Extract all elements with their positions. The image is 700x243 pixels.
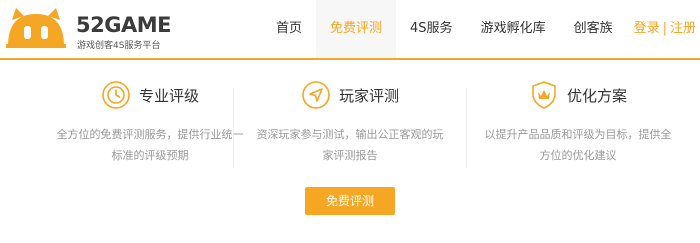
free-review-button[interactable]: 免费评测 (305, 187, 395, 215)
login-link[interactable]: 登录 (634, 21, 660, 36)
feature-description: 以提升产品品质和评级为目标，提供全方位的优化建议 (484, 128, 672, 162)
feature-player-review: 玩家评测 资深玩家参与测试，输出公正客观的玩家评测报告 (250, 78, 450, 166)
feature-section: 专业评级 全方位的免费评测服务，提供行业统一标准的评级预期 玩家评测 资深玩家参… (0, 78, 700, 178)
nav-item-4s-service[interactable]: 4S服务 (396, 0, 467, 58)
nav-item-home[interactable]: 首页 (262, 0, 316, 58)
main-nav: 首页 免费评测 4S服务 游戏孵化库 创客族 (262, 0, 627, 58)
feature-title: 玩家评测 (338, 86, 399, 105)
feature-divider (466, 88, 467, 168)
nav-item-free-review[interactable]: 免费评测 (316, 0, 397, 58)
feature-divider (233, 88, 234, 168)
feature-header: 玩家评测 (250, 78, 450, 112)
clock-icon (102, 81, 130, 109)
feature-pro-rating: 专业评级 全方位的免费评测服务，提供行业统一标准的评级预期 (50, 78, 250, 166)
site-header: 52GAME 游戏创客4S服务平台 首页 免费评测 4S服务 游戏孵化库 创客族… (0, 0, 700, 60)
auth-separator: | (662, 21, 667, 36)
feature-description: 资深玩家参与测试，输出公正客观的玩家评测报告 (256, 128, 444, 162)
feature-description: 全方位的免费评测服务，提供行业统一标准的评级预期 (56, 128, 244, 162)
feature-title: 优化方案 (566, 86, 627, 105)
feature-header: 专业评级 (50, 78, 250, 112)
logo-title: 52GAME (76, 13, 171, 37)
nav-item-incubator[interactable]: 游戏孵化库 (467, 0, 560, 58)
crown-shield-icon (532, 81, 556, 109)
logo-mark-icon (6, 8, 66, 48)
feature-optimization: 优化方案 以提升产品品质和评级为目标，提供全方位的优化建议 (478, 78, 678, 166)
logo[interactable]: 52GAME 游戏创客4S服务平台 (4, 6, 171, 52)
feature-header: 优化方案 (478, 78, 678, 112)
register-link[interactable]: 注册 (670, 21, 696, 36)
feature-title: 专业评级 (138, 86, 199, 105)
auth-links: 登录 | 注册 (634, 0, 696, 58)
paper-plane-icon (302, 81, 330, 109)
logo-tagline: 游戏创客4S服务平台 (77, 41, 161, 51)
nav-item-makers[interactable]: 创客族 (560, 0, 627, 58)
